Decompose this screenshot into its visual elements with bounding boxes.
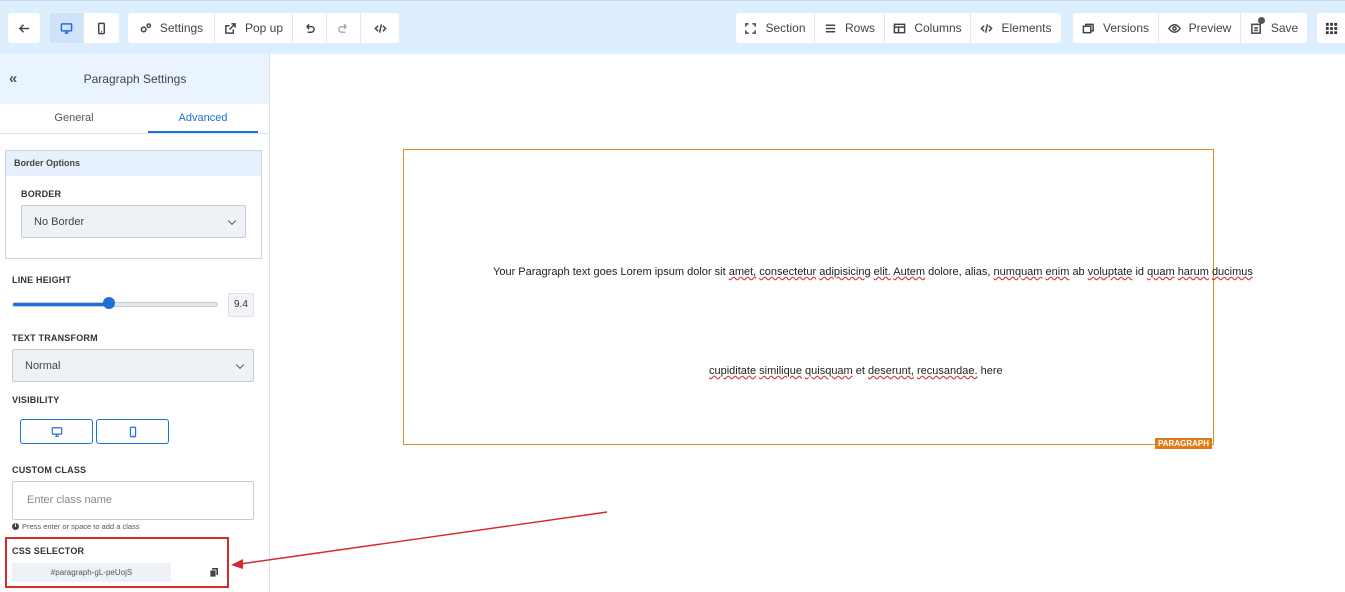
preview-button[interactable]: Preview <box>1159 13 1241 43</box>
rows-icon <box>825 24 836 32</box>
desktop-icon <box>51 426 62 437</box>
rows-label: Rows <box>844 21 875 35</box>
redo-button[interactable] <box>327 13 361 43</box>
columns-button[interactable]: Columns <box>885 13 971 43</box>
line-height-value[interactable]: 9.4 <box>228 293 254 317</box>
device-toggle <box>50 13 119 43</box>
elements-button[interactable]: Elements <box>971 13 1061 43</box>
tab-general[interactable]: General <box>0 104 148 133</box>
settings-label: Settings <box>159 21 204 35</box>
back-group <box>8 13 40 43</box>
tab-advanced[interactable]: Advanced <box>148 104 258 133</box>
structure-group: Section Rows Columns Elements <box>736 13 1061 43</box>
versions-label: Versions <box>1102 21 1150 35</box>
section-label: Section <box>765 21 806 35</box>
mobile-icon <box>97 22 106 34</box>
info-icon: i <box>12 523 19 530</box>
mobile-view-button[interactable] <box>84 13 119 43</box>
chevron-down-icon <box>227 216 237 225</box>
css-selector-label: CSS SELECTOR <box>12 546 85 556</box>
css-selector-value: #paragraph-gL-peUojS <box>12 563 171 582</box>
columns-label: Columns <box>914 21 962 35</box>
gears-icon <box>140 22 151 32</box>
undo-button[interactable] <box>293 13 327 43</box>
section-icon <box>745 22 757 34</box>
columns-icon <box>893 23 906 33</box>
elements-label: Elements <box>1001 21 1052 35</box>
apps-group <box>1317 13 1345 43</box>
text-transform-label: TEXT TRANSFORM <box>12 333 98 343</box>
code-icon <box>373 23 387 33</box>
desktop-icon <box>60 22 73 34</box>
unsaved-dot <box>1258 17 1265 24</box>
versions-icon <box>1082 23 1094 33</box>
copy-icon[interactable] <box>210 568 218 577</box>
sidebar-title: Paragraph Settings <box>83 72 187 86</box>
top-toolbar: Settings Pop up Section Rows Columns Ele… <box>0 0 1345 54</box>
back-arrow-icon <box>18 23 29 33</box>
rows-button[interactable]: Rows <box>815 13 885 43</box>
custom-class-hint: i Press enter or space to add a class <box>12 522 140 531</box>
code-button[interactable] <box>361 13 399 43</box>
border-select-value: No Border <box>34 215 85 228</box>
undo-icon <box>306 23 315 33</box>
chevron-down-icon <box>235 360 245 369</box>
section-button[interactable]: Section <box>736 13 815 43</box>
line-height-slider-handle[interactable] <box>102 297 115 309</box>
border-options-header[interactable]: Border Options <box>6 151 261 176</box>
line-height-slider[interactable] <box>12 302 218 307</box>
paragraph-text-line-2[interactable]: cupiditate similique quisquam et deserun… <box>709 365 1003 377</box>
visibility-desktop-toggle[interactable] <box>20 419 93 444</box>
popup-icon <box>225 22 236 34</box>
custom-class-label: CUSTOM CLASS <box>12 465 87 475</box>
popup-button[interactable]: Pop up <box>215 13 293 43</box>
main-actions: Settings Pop up <box>128 13 399 43</box>
settings-tabs: General Advanced <box>0 104 269 134</box>
custom-class-hint-text: Press enter or space to add a class <box>22 522 140 531</box>
save-button[interactable]: Save <box>1241 13 1307 43</box>
code-icon <box>980 23 994 33</box>
line-height-slider-fill <box>13 303 110 306</box>
paragraph-text-line-1[interactable]: Your Paragraph text goes Lorem ipsum dol… <box>493 266 1253 278</box>
settings-sidebar: « Paragraph Settings General Advanced Bo… <box>0 54 270 592</box>
settings-button[interactable]: Settings <box>128 13 215 43</box>
desktop-view-button[interactable] <box>50 13 84 43</box>
eye-icon <box>1167 23 1181 33</box>
apps-button[interactable] <box>1317 13 1345 43</box>
border-label: BORDER <box>21 189 62 199</box>
paragraph-element[interactable]: PARAGRAPH <box>403 149 1214 449</box>
border-select[interactable]: No Border <box>21 205 246 238</box>
redo-icon <box>338 23 347 33</box>
custom-class-input[interactable]: Enter class name <box>12 481 254 520</box>
sidebar-header: « Paragraph Settings <box>0 54 269 104</box>
visibility-mobile-toggle[interactable] <box>96 419 169 444</box>
visibility-label: VISIBILITY <box>12 395 60 405</box>
preview-label: Preview <box>1188 21 1232 35</box>
line-height-label: LINE HEIGHT <box>12 275 72 285</box>
save-label: Save <box>1270 21 1299 35</box>
publish-group: Versions Preview Save <box>1073 13 1307 43</box>
text-transform-value: Normal <box>25 359 61 372</box>
back-button[interactable] <box>8 13 40 43</box>
grid-icon <box>1325 22 1337 34</box>
mobile-icon <box>129 426 136 437</box>
text-transform-select[interactable]: Normal <box>12 349 254 382</box>
popup-label: Pop up <box>244 21 284 35</box>
paragraph-element-tag[interactable]: PARAGRAPH <box>1155 438 1212 449</box>
versions-button[interactable]: Versions <box>1073 13 1159 43</box>
